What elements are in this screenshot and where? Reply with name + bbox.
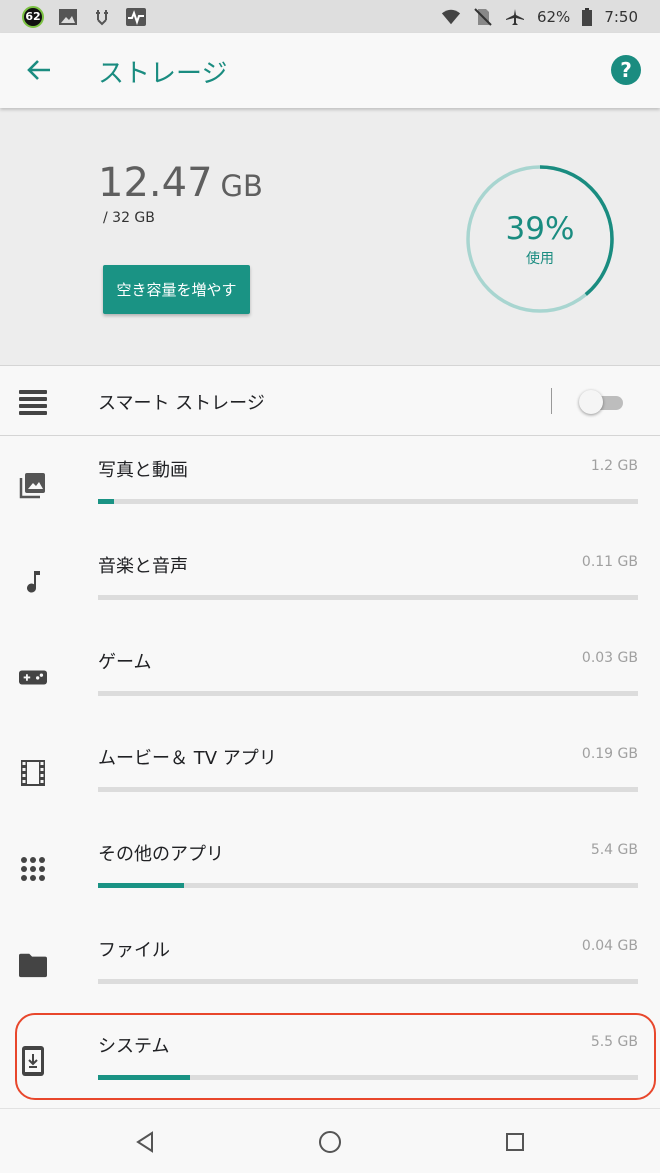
image-icon xyxy=(59,8,77,25)
category-size: 0.19 GB xyxy=(581,746,638,762)
category-label: 音楽と音声 xyxy=(98,556,188,577)
category-movies-tv[interactable]: ムービー＆ TV アプリ 0.19 GB xyxy=(0,725,660,821)
navigation-bar xyxy=(0,1108,660,1173)
usb-icon xyxy=(96,9,108,25)
airplane-icon xyxy=(505,8,524,25)
help-icon: ? xyxy=(620,58,632,82)
category-size: 0.11 GB xyxy=(581,554,638,570)
nav-back-button[interactable] xyxy=(130,1127,160,1157)
category-size: 0.03 GB xyxy=(581,650,638,666)
category-label: 写真と動画 xyxy=(98,460,188,481)
smart-storage-row[interactable]: スマート ストレージ xyxy=(0,367,660,436)
category-music[interactable]: 音楽と音声 0.11 GB xyxy=(0,533,660,629)
category-bar-fill xyxy=(98,1075,190,1080)
status-bar: 62 62% 7:50 xyxy=(0,0,660,33)
category-bar xyxy=(98,883,638,888)
category-photos[interactable]: 写真と動画 1.2 GB xyxy=(0,437,660,533)
storage-summary: 12.47 GB / 32 GB 空き容量を増やす 39% 使用 xyxy=(0,108,660,366)
category-bar xyxy=(98,1075,638,1080)
category-bar xyxy=(98,691,638,696)
divider xyxy=(551,388,552,414)
used-unit: GB xyxy=(220,169,263,203)
category-games[interactable]: ゲーム 0.03 GB xyxy=(0,629,660,725)
usage-caption: 使用 xyxy=(526,251,554,267)
free-up-space-button[interactable]: 空き容量を増やす xyxy=(103,265,250,314)
photo-icon xyxy=(19,471,47,499)
smart-storage-toggle[interactable] xyxy=(579,390,623,414)
wifi-icon xyxy=(441,9,461,24)
no-sim-icon xyxy=(474,7,492,26)
used-storage: 12.47 GB xyxy=(98,160,263,206)
apps-grid-icon xyxy=(19,855,47,883)
battery-icon xyxy=(582,7,593,26)
toggle-thumb xyxy=(579,390,603,414)
smart-storage-label: スマート ストレージ xyxy=(98,393,265,414)
help-button[interactable]: ? xyxy=(611,55,641,85)
back-button[interactable] xyxy=(22,53,56,87)
clock: 7:50 xyxy=(604,7,638,26)
category-label: ムービー＆ TV アプリ xyxy=(98,748,277,769)
category-system[interactable]: システム 5.5 GB xyxy=(0,1013,660,1109)
folder-icon xyxy=(19,951,47,979)
category-label: ゲーム xyxy=(98,652,152,673)
category-bar xyxy=(98,595,638,600)
category-size: 5.5 GB xyxy=(590,1034,638,1050)
triangle-back-icon xyxy=(136,1131,153,1153)
used-value: 12.47 xyxy=(98,160,213,206)
category-files[interactable]: ファイル 0.04 GB xyxy=(0,917,660,1013)
app-bar: ストレージ ? xyxy=(0,33,660,108)
usage-percent: 39% xyxy=(505,211,575,247)
category-size: 1.2 GB xyxy=(590,458,638,474)
category-label: その他のアプリ xyxy=(98,844,224,865)
music-note-icon xyxy=(19,567,47,595)
category-other-apps[interactable]: その他のアプリ 5.4 GB xyxy=(0,821,660,917)
circle-home-icon xyxy=(319,1131,341,1153)
battery-percent: 62% xyxy=(536,7,571,26)
page-title: ストレージ xyxy=(98,59,228,89)
notification-badge: 62 xyxy=(22,5,44,28)
activity-icon xyxy=(126,7,146,26)
category-bar xyxy=(98,499,638,504)
category-bar xyxy=(98,787,638,792)
smart-storage-icon xyxy=(19,390,47,415)
nav-recents-button[interactable] xyxy=(500,1127,530,1157)
total-storage: / 32 GB xyxy=(103,210,155,226)
category-label: システム xyxy=(98,1036,170,1057)
category-bar-fill xyxy=(98,883,185,888)
category-label: ファイル xyxy=(98,940,170,961)
gamepad-icon xyxy=(19,663,47,691)
square-recents-icon xyxy=(506,1133,524,1151)
category-size: 5.4 GB xyxy=(590,842,638,858)
nav-home-button[interactable] xyxy=(315,1127,345,1157)
category-bar-fill xyxy=(98,499,115,504)
category-size: 0.04 GB xyxy=(581,938,638,954)
arrow-back-icon xyxy=(27,60,50,80)
movie-icon xyxy=(19,759,47,787)
system-update-icon xyxy=(19,1046,47,1076)
category-bar xyxy=(98,979,638,984)
